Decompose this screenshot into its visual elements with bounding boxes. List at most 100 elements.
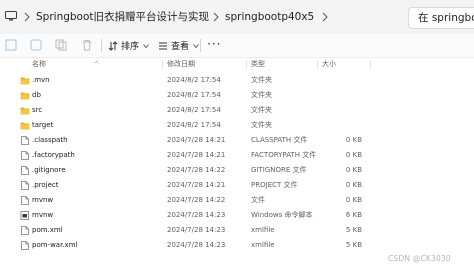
column-header-name[interactable]: 名称	[32, 58, 46, 71]
folder-icon	[20, 77, 30, 85]
file-size: 6 KB	[345, 211, 362, 219]
breadcrumb-item-project[interactable]: Springboot旧衣捐赠平台设计与实现	[36, 0, 209, 34]
file-row[interactable]: target 2024/8/2 17:54 文件夹	[0, 118, 474, 133]
command-bar: 排序 查看 ···	[0, 34, 474, 58]
file-type: 文件夹	[251, 106, 272, 114]
file-type: FACTORYPATH 文件	[251, 151, 317, 159]
file-type: xmlfile	[251, 241, 275, 249]
file-type: CLASSPATH 文件	[251, 136, 308, 144]
file-icon	[21, 181, 29, 190]
file-name: pom.xml	[32, 226, 63, 234]
toolbar-divider	[101, 39, 102, 52]
new-item-icon[interactable]	[5, 39, 17, 51]
chevron-down-icon	[143, 43, 149, 48]
sort-icon	[108, 40, 118, 51]
more-options-button[interactable]: ···	[207, 34, 221, 57]
file-size: 0 KB	[345, 166, 362, 174]
search-input[interactable]: 在 springbootp40x5 中搜索	[408, 7, 474, 29]
folder-icon	[20, 107, 30, 115]
copy-icon[interactable]	[55, 39, 67, 51]
file-row[interactable]: .classpath 2024/7/28 14:21 CLASSPATH 文件 0 K…	[0, 133, 474, 148]
file-row[interactable]: mvnw 2024/7/28 14:23 Windows 命令脚本 6 KB	[0, 208, 474, 223]
file-name: pom-war.xml	[32, 241, 78, 249]
file-size: 5 KB	[345, 226, 362, 234]
file-name: target	[32, 121, 54, 129]
address-bar: Springboot旧衣捐赠平台设计与实现 springbootp40x5 在 …	[0, 0, 474, 35]
file-date: 2024/7/28 14:21	[167, 181, 226, 189]
file-date: 2024/7/28 14:21	[167, 151, 226, 159]
chevron-right-icon[interactable]	[322, 12, 328, 22]
file-row[interactable]: .mvn 2024/8/2 17:54 文件夹	[0, 73, 474, 88]
folder-icon	[20, 92, 30, 100]
file-size: 0 KB	[345, 136, 362, 144]
file-name: .gitignore	[32, 166, 66, 174]
toolbar-divider	[200, 39, 201, 52]
file-name: mvnw	[32, 211, 54, 219]
file-row[interactable]: mvnw 2024/7/28 14:22 文件 0 KB	[0, 193, 474, 208]
file-date: 2024/7/28 14:23	[167, 241, 226, 249]
file-type: 文件夹	[251, 91, 272, 99]
column-header-date[interactable]: 修改日期	[167, 58, 195, 71]
file-row[interactable]: .gitignore 2024/7/28 14:22 GITIGNORE 文件 0 K…	[0, 163, 474, 178]
script-file-icon	[20, 211, 29, 220]
file-size: 0 KB	[345, 181, 362, 189]
chevron-right-icon	[24, 12, 30, 22]
file-name: db	[32, 91, 41, 99]
file-size: 0 KB	[345, 196, 362, 204]
file-date: 2024/7/28 14:21	[167, 136, 226, 144]
column-header-size[interactable]: 大小	[322, 58, 336, 71]
file-date: 2024/8/2 17:54	[167, 91, 221, 99]
sort-button[interactable]: 排序	[108, 34, 152, 57]
file-type: 文件夹	[251, 121, 272, 129]
file-type: Windows 命令脚本	[251, 211, 313, 219]
folder-icon	[20, 122, 30, 130]
file-name: .project	[32, 181, 59, 189]
column-divider[interactable]	[317, 60, 318, 69]
chevron-right-icon	[213, 12, 219, 22]
view-button[interactable]: 查看	[158, 34, 202, 57]
file-date: 2024/7/28 14:22	[167, 196, 226, 204]
file-type: xmlfile	[251, 226, 275, 234]
computer-icon[interactable]	[5, 11, 17, 21]
file-type: 文件	[251, 196, 265, 204]
column-divider[interactable]	[162, 60, 163, 69]
sort-label: 排序	[121, 42, 140, 52]
watermark: CSDN @CK3030	[388, 254, 451, 263]
file-icon	[21, 151, 29, 160]
file-name: src	[32, 106, 43, 114]
file-date: 2024/8/2 17:54	[167, 121, 221, 129]
file-name: .factorypath	[32, 151, 75, 159]
file-size: 5 KB	[345, 241, 362, 249]
file-row[interactable]: db 2024/8/2 17:54 文件夹	[0, 88, 474, 103]
file-icon	[21, 226, 29, 235]
sort-up-icon: ^	[94, 61, 100, 68]
file-date: 2024/8/2 17:54	[167, 76, 221, 84]
file-row[interactable]: .project 2024/7/28 14:21 PROJECT 文件 0 KB	[0, 178, 474, 193]
file-icon	[21, 136, 29, 145]
file-name: mvnw	[32, 196, 54, 204]
file-date: 2024/8/2 17:54	[167, 106, 221, 114]
file-date: 2024/7/28 14:23	[167, 226, 226, 234]
column-divider[interactable]	[246, 60, 247, 69]
column-divider[interactable]	[370, 60, 371, 69]
file-date: 2024/7/28 14:22	[167, 166, 226, 174]
view-icon	[159, 42, 167, 49]
file-name: .classpath	[32, 136, 68, 144]
file-icon	[21, 241, 29, 250]
cut-icon[interactable]	[30, 39, 42, 51]
file-type: 文件夹	[251, 76, 272, 84]
column-header-row: 名称 ^ 修改日期 类型 大小	[0, 58, 474, 71]
delete-icon[interactable]	[81, 39, 93, 51]
column-header-type[interactable]: 类型	[251, 58, 265, 71]
file-row[interactable]: src 2024/8/2 17:54 文件夹	[0, 103, 474, 118]
breadcrumb-item-folder[interactable]: springbootp40x5	[225, 0, 314, 34]
file-icon	[21, 196, 29, 205]
file-size: 0 KB	[345, 151, 362, 159]
file-type: GITIGNORE 文件	[251, 166, 307, 174]
file-row[interactable]: pom-war.xml 2024/7/28 14:23 xmlfile 5 KB	[0, 238, 474, 253]
file-type: PROJECT 文件	[251, 181, 298, 189]
file-row[interactable]: pom.xml 2024/7/28 14:23 xmlfile 5 KB	[0, 223, 474, 238]
file-row[interactable]: .factorypath 2024/7/28 14:21 FACTORYPATH 文…	[0, 148, 474, 163]
file-name: .mvn	[32, 76, 50, 84]
file-icon	[21, 166, 29, 175]
